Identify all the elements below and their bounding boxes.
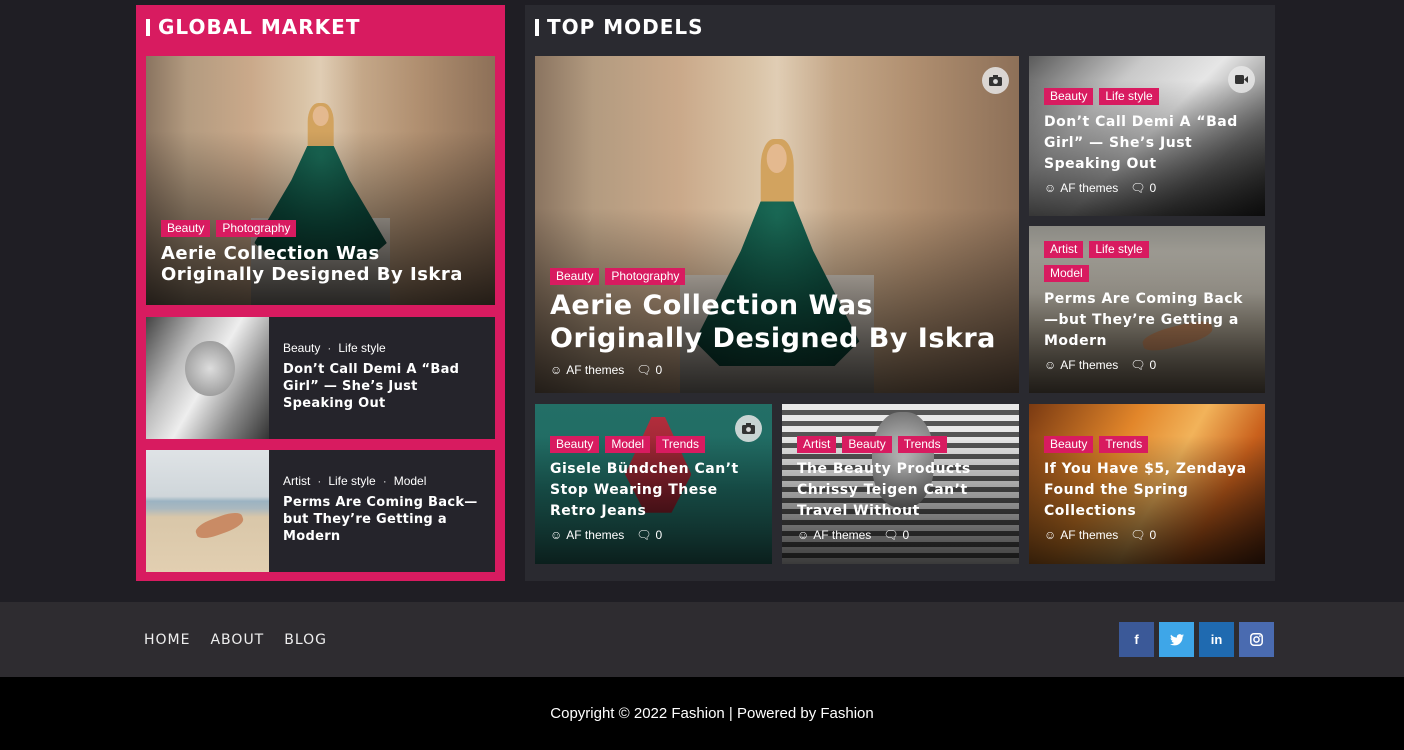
author-link[interactable]: AF themes [566,528,624,542]
featured-card[interactable]: Beauty Photography Aerie Collection Was … [535,56,1019,393]
top-models-section: TOP MODELS Beauty Photography Aerie Coll… [525,5,1275,581]
user-icon: ☺ [1044,181,1057,195]
comment-icon: 🗨 [636,363,652,377]
category-tag[interactable]: Trends [656,436,705,453]
category-tag[interactable]: Beauty [550,268,600,285]
author-link[interactable]: AF themes [566,363,624,377]
category-tag[interactable]: Life style [1099,88,1159,105]
comment-count[interactable]: 0 [1150,181,1157,195]
footer-link-about[interactable]: ABOUT [210,632,264,648]
post-card[interactable]: Beauty Trends If You Have $5, Zendaya Fo… [1029,404,1265,564]
comment-count[interactable]: 0 [656,528,663,542]
section-title-text: TOP MODELS [547,15,704,39]
category-link[interactable]: Model [394,474,427,488]
comment-count[interactable]: 0 [1150,528,1157,542]
section-title: TOP MODELS [535,15,704,39]
post-title[interactable]: Don’t Call Demi A “Bad Girl” — She’s Jus… [283,361,481,412]
user-icon: ☺ [550,528,563,542]
title-bar-decoration [146,18,150,36]
user-icon: ☺ [797,528,810,542]
post-card[interactable]: Artist Beauty Trends The Beauty Products… [782,404,1019,564]
footer-navigation: HOME ABOUT BLOG f in [0,602,1404,677]
post-card[interactable]: Beauty Model Trends Gisele Bündchen Can’… [535,404,772,564]
post-thumbnail[interactable] [146,317,269,439]
post-title[interactable]: Aerie Collection Was Originally Designed… [550,289,1007,355]
camera-icon [982,67,1009,94]
title-bar-decoration [535,18,539,36]
category-tag[interactable]: Beauty [1044,436,1094,453]
post-title[interactable]: If You Have $5, Zendaya Found the Spring… [1044,459,1253,522]
category-tag[interactable]: Beauty [550,436,600,453]
twitter-icon[interactable] [1159,622,1194,657]
post-title[interactable]: Perms Are Coming Back—but They’re Gettin… [283,494,481,545]
user-icon: ☺ [1044,528,1057,542]
comment-count[interactable]: 0 [656,363,663,377]
author-link[interactable]: AF themes [813,528,871,542]
list-item[interactable]: Artist · Life style · Model Perms Are Comi… [146,450,495,572]
category-tag[interactable]: Beauty [1044,88,1094,105]
section-title: GLOBAL MARKET [146,15,360,39]
featured-post[interactable]: Beauty Photography Aerie Collection Was … [146,56,495,305]
post-card[interactable]: Artist Life style Model Perms Are Coming… [1029,226,1265,393]
post-title[interactable]: Gisele Bündchen Can’t Stop Wearing These… [550,459,760,522]
instagram-icon[interactable] [1239,622,1274,657]
section-title-text: GLOBAL MARKET [158,15,361,39]
category-link[interactable]: Life style [328,474,375,488]
footer-link-home[interactable]: HOME [144,632,190,648]
copyright-text: Copyright © 2022 Fashion | Powered by Fa… [550,705,874,722]
author-link[interactable]: AF themes [1060,358,1118,372]
post-title[interactable]: Aerie Collection Was Originally Designed… [161,243,483,285]
post-title[interactable]: The Beauty Products Chrissy Teigen Can’t… [797,459,1007,522]
category-tag[interactable]: Photography [605,268,686,285]
author-link[interactable]: AF themes [1060,181,1118,195]
linkedin-icon[interactable]: in [1199,622,1234,657]
category-tag[interactable]: Beauty [161,220,211,237]
post-title[interactable]: Don’t Call Demi A “Bad Girl” — She’s Jus… [1044,112,1253,175]
category-tag[interactable]: Life style [1089,241,1149,258]
category-tag[interactable]: Beauty [842,436,892,453]
category-tag[interactable]: Model [605,436,651,453]
facebook-icon[interactable]: f [1119,622,1154,657]
category-link[interactable]: Life style [338,341,385,355]
post-title[interactable]: Perms Are Coming Back—but They’re Gettin… [1044,289,1253,352]
comment-icon: 🗨 [636,528,652,542]
category-tag[interactable]: Trends [897,436,947,453]
footer-menu: HOME ABOUT BLOG [144,632,327,648]
user-icon: ☺ [1044,358,1057,372]
comment-icon: 🗨 [1130,181,1146,195]
footer-link-blog[interactable]: BLOG [284,632,327,648]
post-thumbnail[interactable] [146,450,269,572]
comment-icon: 🗨 [883,528,899,542]
category-tag[interactable]: Trends [1099,436,1149,453]
comment-icon: 🗨 [1130,528,1146,542]
category-link[interactable]: Artist [283,474,310,488]
category-tag[interactable]: Artist [1044,241,1084,258]
post-card[interactable]: Beauty Life style Don’t Call Demi A “Bad… [1029,56,1265,216]
comment-count[interactable]: 0 [903,528,910,542]
author-link[interactable]: AF themes [1060,528,1118,542]
comment-count[interactable]: 0 [1150,358,1157,372]
global-market-section: GLOBAL MARKET Beauty Photography Aerie C… [136,5,505,581]
category-tag[interactable]: Artist [797,436,837,453]
category-link[interactable]: Beauty [283,341,320,355]
comment-icon: 🗨 [1130,358,1146,372]
user-icon: ☺ [550,363,563,377]
category-tag[interactable]: Model [1044,265,1089,282]
copyright-bar: Copyright © 2022 Fashion | Powered by Fa… [0,677,1404,750]
category-tag[interactable]: Photography [216,220,297,237]
list-item[interactable]: Beauty · Life style Don’t Call Demi A “Ba… [146,317,495,439]
